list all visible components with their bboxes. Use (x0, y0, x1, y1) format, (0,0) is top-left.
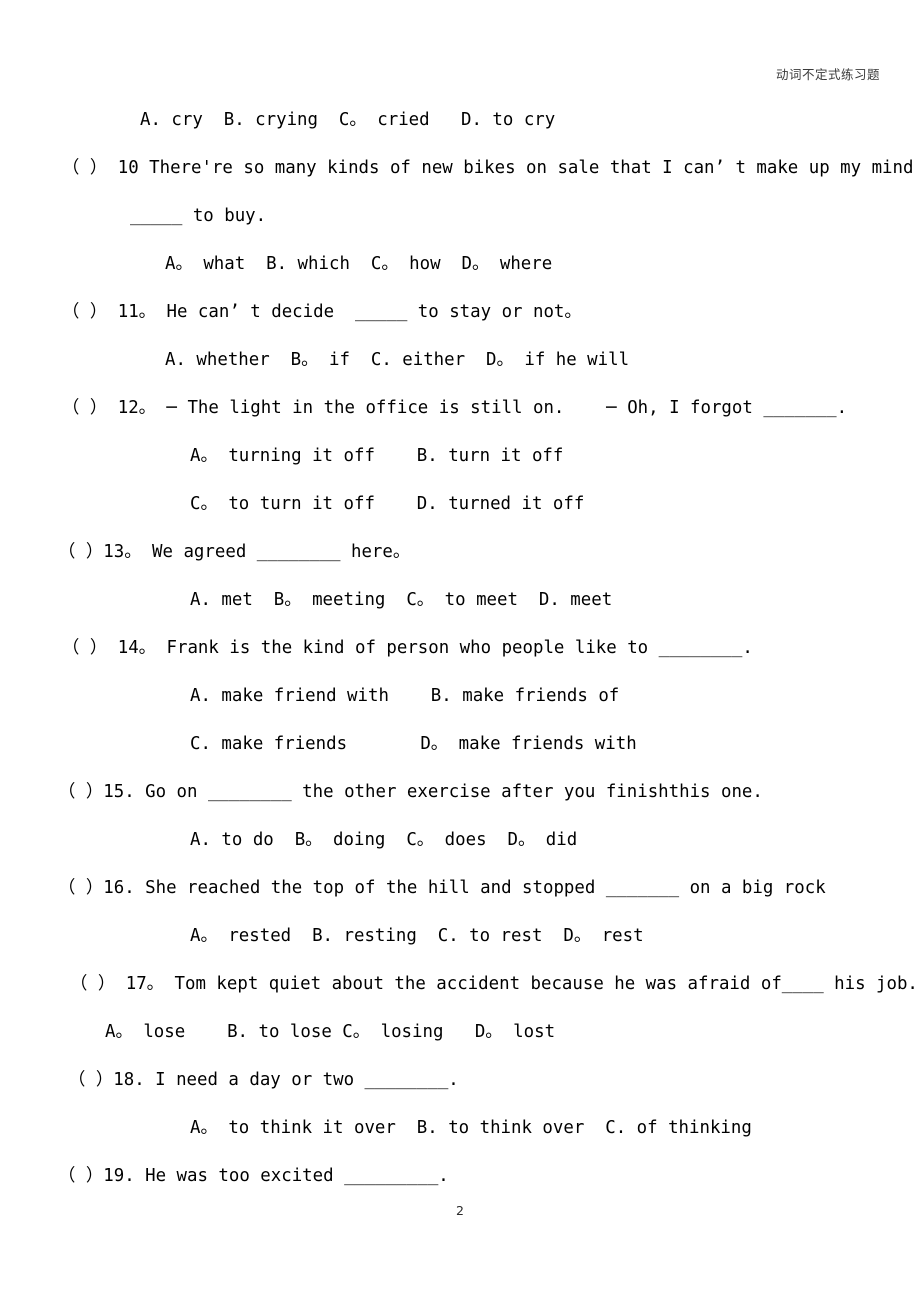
q16-options: A。 rested B. resting C. to rest D。 rest (190, 926, 644, 946)
question-list: A. cry B. crying C。 cried D. to cry （ ） 1… (0, 96, 920, 1200)
q10-options: A。 what B. which C。 how D。 where (165, 254, 553, 274)
q9-options: A. cry B. crying C。 cried D. to cry (140, 110, 556, 130)
q18-stem: （ ）18. I need a day or two ________. (68, 1070, 459, 1090)
q14-optionsAB: A. make friend with B. make friends of (190, 686, 620, 706)
q15-options: A. to do B。 doing C。 does D。 did (190, 830, 578, 850)
q11-stem: （ ） 11。 He can’ t decide _____ to stay o… (62, 302, 582, 322)
q12-stem: （ ） 12。 ─ The light in the office is sti… (62, 398, 848, 418)
q18-options: A。 to think it over B. to think over C. … (190, 1118, 752, 1138)
document-page: 动词不定式练习题 A. cry B. crying C。 cried D. to… (0, 0, 920, 1302)
q14-optionsCD: C. make friends D。 make friends with (190, 734, 637, 754)
q13-options: A. met B。 meeting C。 to meet D. meet (190, 590, 613, 610)
q10-stem: （ ） 10 There're so many kinds of new bik… (62, 158, 914, 178)
q17-stem: （ ） 17。 Tom kept quiet about the acciden… (70, 974, 918, 994)
q10-cont: _____ to buy. (130, 206, 267, 226)
q14-stem: （ ） 14。 Frank is the kind of person who … (62, 638, 753, 658)
q15-stem: （ ）15. Go on ________ the other exercise… (58, 782, 763, 802)
running-header-title: 动词不定式练习题 (775, 67, 880, 82)
q16-stem: （ ）16. She reached the top of the hill a… (58, 878, 826, 898)
q12-optionsCD: C。 to turn it off D. turned it off (190, 494, 585, 514)
q11-options: A. whether B。 if C. either D。 if he will (165, 350, 630, 370)
q12-optionsAB: A。 turning it off B. turn it off (190, 446, 564, 466)
q17-options: A。 lose B. to lose C。 losing D。 lost (105, 1022, 556, 1042)
q13-stem: （ ）13。 We agreed ________ here。 (58, 542, 411, 562)
page-number: 2 (456, 1203, 464, 1218)
q19-stem: （ ）19. He was too excited _________. (58, 1166, 449, 1186)
